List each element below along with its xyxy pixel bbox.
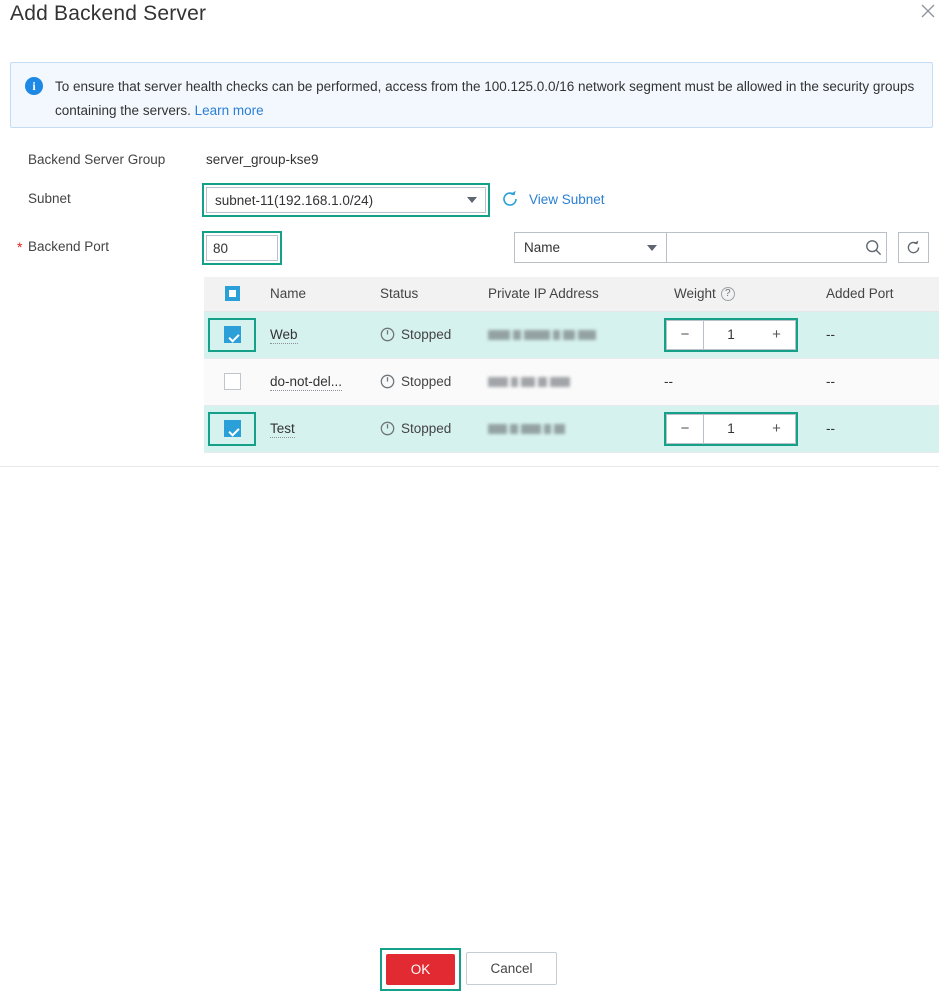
table-row[interactable]: do-not-del... Stopped -- -- [204, 358, 943, 406]
search-filter-value: Name [524, 240, 561, 255]
backend-server-group-label: Backend Server Group [28, 152, 166, 167]
row-status-cell: Stopped [370, 311, 478, 359]
learn-more-link[interactable]: Learn more [195, 103, 264, 118]
info-icon: i [25, 77, 43, 95]
server-name-link[interactable]: Test [270, 421, 295, 438]
ok-button[interactable]: OK [386, 954, 455, 985]
close-icon[interactable] [921, 4, 935, 18]
table-row[interactable]: Web Stopped − 1 + -- [204, 311, 943, 359]
row-added-port-cell: -- [816, 311, 943, 359]
table-row[interactable]: Test Stopped − 1 + -- [204, 405, 943, 453]
row-weight-cell: -- [664, 358, 816, 406]
column-header-name: Name [260, 277, 370, 312]
server-name-link[interactable]: Web [270, 327, 298, 344]
weight-value: -- [664, 374, 673, 389]
subnet-label: Subnet [28, 191, 71, 206]
row-name-cell[interactable]: Test [260, 405, 370, 453]
subnet-select[interactable]: subnet-11(192.168.1.0/24) [202, 183, 490, 217]
row-status-cell: Stopped [370, 358, 478, 406]
private-ip-masked [488, 423, 664, 434]
stopped-icon [380, 374, 395, 389]
chevron-down-icon [647, 244, 657, 251]
row-checkbox[interactable] [208, 317, 256, 352]
checkbox-checked-icon [223, 420, 241, 437]
row-status-label: Stopped [401, 421, 452, 436]
backend-port-input[interactable] [207, 236, 277, 260]
info-banner-text: To ensure that server health checks can … [55, 75, 918, 123]
backend-server-group-value: server_group-kse9 [206, 152, 319, 167]
row-name-cell[interactable]: Web [260, 311, 370, 359]
row-checkbox[interactable] [208, 411, 256, 446]
row-checkbox[interactable] [223, 373, 241, 390]
backend-port-field-wrapper[interactable] [202, 231, 282, 265]
backend-port-required-star: * [17, 239, 23, 255]
row-select-cell[interactable] [204, 311, 260, 359]
dialog-footer: OK Cancel [0, 466, 943, 991]
row-weight-cell[interactable]: − 1 + [664, 405, 816, 453]
info-banner-message: To ensure that server health checks can … [55, 79, 915, 118]
row-select-cell[interactable] [204, 358, 260, 406]
row-status-label: Stopped [401, 327, 452, 342]
ok-button-highlight: OK [380, 948, 461, 991]
row-weight-cell[interactable]: − 1 + [664, 311, 816, 359]
backend-server-table: Name Status Private IP Address Weight ? … [204, 277, 943, 453]
row-status-cell: Stopped [370, 405, 478, 453]
column-header-status: Status [370, 277, 478, 312]
info-banner: i To ensure that server health checks ca… [10, 62, 933, 128]
search-input-wrapper[interactable] [666, 232, 887, 263]
column-header-added-port: Added Port [816, 277, 943, 312]
table-header-row: Name Status Private IP Address Weight ? … [204, 277, 943, 312]
row-private-ip-cell [478, 311, 664, 359]
server-name-link[interactable]: do-not-del... [270, 374, 343, 391]
checkbox-checked-icon [223, 326, 241, 343]
select-all-checkbox[interactable] [224, 286, 240, 302]
subnet-refresh-icon[interactable] [500, 189, 520, 209]
column-header-weight-label: Weight [674, 286, 716, 302]
weight-decrease-button[interactable]: − [666, 319, 704, 350]
row-private-ip-cell [478, 405, 664, 453]
stopped-icon [380, 421, 395, 436]
row-status-label: Stopped [401, 374, 452, 389]
table-refresh-icon[interactable] [898, 232, 929, 263]
weight-stepper[interactable]: − 1 + [664, 411, 798, 446]
weight-decrease-button[interactable]: − [666, 413, 704, 444]
backend-port-label: Backend Port [28, 239, 110, 254]
subnet-select-value: subnet-11(192.168.1.0/24) [215, 192, 374, 208]
view-subnet-link[interactable]: View Subnet [529, 192, 605, 207]
cancel-button[interactable]: Cancel [466, 952, 557, 985]
question-mark-icon[interactable]: ? [720, 286, 735, 301]
weight-value[interactable]: 1 [704, 413, 758, 444]
row-select-cell[interactable] [204, 405, 260, 453]
chevron-down-icon [467, 197, 477, 203]
row-added-port-cell: -- [816, 358, 943, 406]
row-name-cell[interactable]: do-not-del... [260, 358, 370, 406]
page-title: Add Backend Server [10, 2, 207, 25]
row-added-port-cell: -- [816, 405, 943, 453]
select-all-header[interactable] [204, 277, 260, 312]
column-header-private-ip: Private IP Address [478, 277, 664, 312]
stopped-icon [380, 327, 395, 342]
column-header-weight: Weight ? [664, 277, 816, 312]
weight-value[interactable]: 1 [704, 319, 758, 350]
search-input[interactable] [667, 233, 860, 262]
vertical-scrollbar[interactable] [939, 0, 943, 541]
weight-stepper[interactable]: − 1 + [664, 317, 798, 352]
weight-increase-button[interactable]: + [758, 413, 796, 444]
search-filter-select[interactable]: Name [514, 232, 666, 263]
weight-increase-button[interactable]: + [758, 319, 796, 350]
private-ip-masked [488, 329, 664, 340]
search-icon[interactable] [860, 233, 886, 262]
private-ip-masked [488, 376, 664, 387]
row-private-ip-cell [478, 358, 664, 406]
